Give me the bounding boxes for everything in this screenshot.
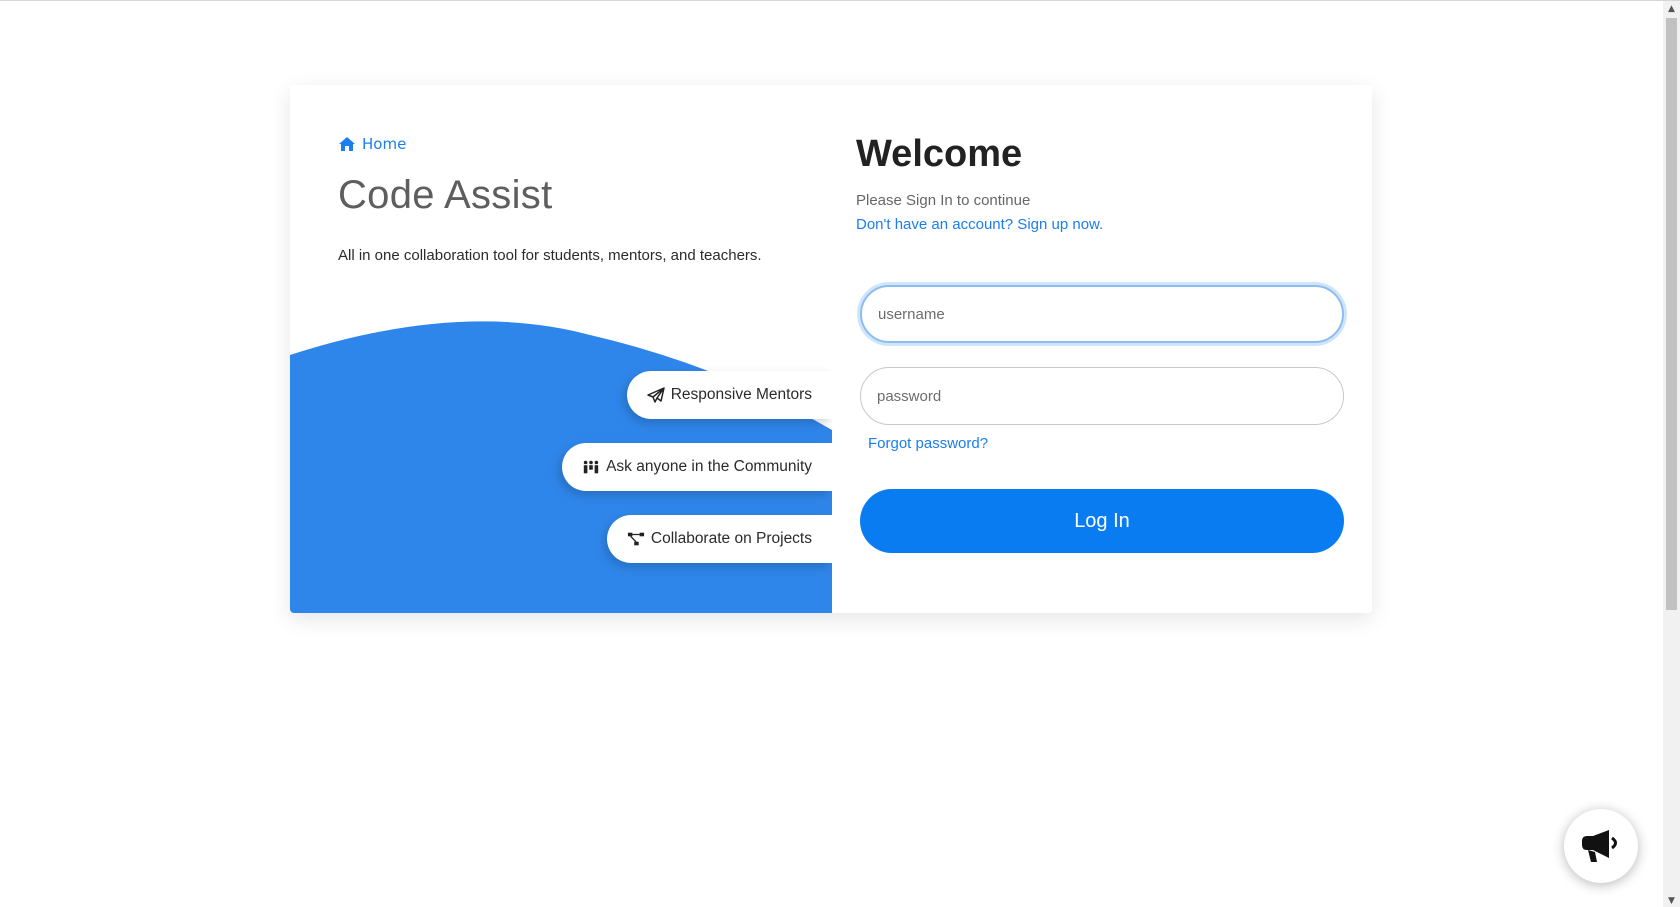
feature-responsive-mentors: Responsive Mentors xyxy=(626,371,832,419)
scroll-up-arrow-icon[interactable]: ▲ xyxy=(1663,2,1680,16)
home-icon xyxy=(339,137,355,151)
vertical-scrollbar[interactable]: ▲ ▼ xyxy=(1663,1,1680,907)
announcement-button[interactable] xyxy=(1564,809,1638,883)
username-input[interactable] xyxy=(860,285,1344,343)
people-icon xyxy=(583,460,599,474)
scroll-thumb[interactable] xyxy=(1666,18,1677,610)
feature-label: Collaborate on Projects xyxy=(650,530,812,547)
scroll-down-arrow-icon[interactable]: ▼ xyxy=(1663,894,1680,907)
signin-subtext: Please Sign In to continue xyxy=(856,192,1031,209)
paper-plane-icon xyxy=(646,387,665,403)
feature-collaborate: Collaborate on Projects xyxy=(606,515,832,563)
project-diagram-icon xyxy=(627,532,644,546)
forgot-password-link[interactable]: Forgot password? xyxy=(868,435,988,452)
page: Home Code Assist All in one collaboratio… xyxy=(0,0,1680,907)
brand-title: Code Assist xyxy=(338,173,553,217)
password-input[interactable] xyxy=(860,367,1344,425)
feature-community: Ask anyone in the Community xyxy=(562,443,832,491)
home-link[interactable]: Home xyxy=(338,135,406,153)
intro-panel: Home Code Assist All in one collaboratio… xyxy=(290,85,832,613)
login-card: Home Code Assist All in one collaboratio… xyxy=(290,85,1372,613)
welcome-heading: Welcome xyxy=(856,133,1023,175)
tagline: All in one collaboration tool for studen… xyxy=(338,247,762,264)
signup-link[interactable]: Don't have an account? Sign up now. xyxy=(856,216,1103,233)
feature-label: Ask anyone in the Community xyxy=(606,458,812,475)
home-link-label: Home xyxy=(362,135,407,153)
feature-label: Responsive Mentors xyxy=(670,386,812,403)
login-button[interactable]: Log In xyxy=(860,489,1344,553)
signin-panel: Welcome Please Sign In to continue Don't… xyxy=(832,85,1372,613)
megaphone-icon xyxy=(1582,830,1617,862)
